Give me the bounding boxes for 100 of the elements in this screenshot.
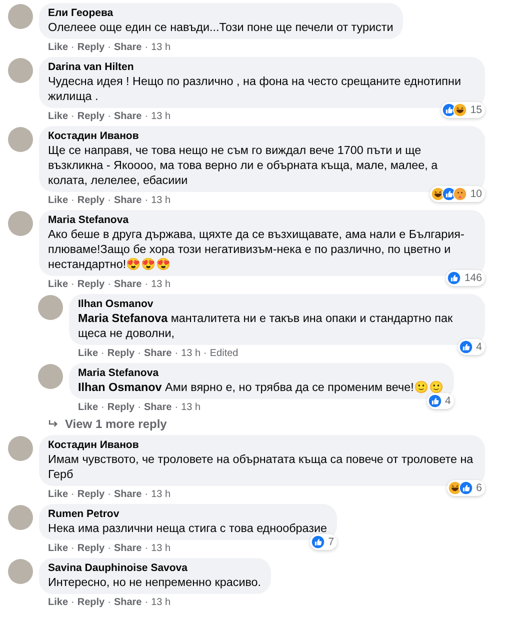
comment-author[interactable]: Maria Stefanova xyxy=(48,214,475,227)
comment-action-link[interactable]: Like xyxy=(48,278,68,291)
comment-text: Ilhan Osmanov Ами вярно е, но трябва да се променим вече!🙂🙂 xyxy=(78,380,444,395)
separator-dot: · xyxy=(108,596,111,609)
comment-action-link[interactable]: Reply xyxy=(77,488,105,501)
separator-dot: · xyxy=(108,488,111,501)
comment-action-link[interactable]: Share xyxy=(114,278,142,291)
comment-text: Нека има различни неща стига с това еднообразие xyxy=(48,521,328,536)
comment-action-link[interactable]: Like xyxy=(48,488,68,501)
comment-text: Олелеее още един се навъди...Този поне ще печели от туристи xyxy=(48,20,394,35)
comment-action-link[interactable]: Reply xyxy=(77,41,105,54)
reaction-badge[interactable]: 15 xyxy=(441,102,485,118)
view-more-replies-link[interactable]: View 1 more reply xyxy=(48,417,520,431)
edited-label: Edited xyxy=(210,347,238,360)
comment-time[interactable]: 13 h xyxy=(181,401,201,414)
separator-dot: · xyxy=(144,41,148,54)
comment-action-link[interactable]: Like xyxy=(48,194,68,207)
comment-author[interactable]: Rumen Petrov xyxy=(48,508,328,521)
comment-author[interactable]: Savina Dauphinoise Savova xyxy=(48,562,262,575)
comment-text: Интересно, но не непременно красиво. xyxy=(48,575,262,590)
separator-dot: · xyxy=(71,41,74,54)
comment-time[interactable]: 13 h xyxy=(181,347,201,360)
reaction-badge[interactable]: 4 xyxy=(427,393,454,409)
separator-dot: · xyxy=(71,488,74,501)
comment-action-link[interactable]: Reply xyxy=(77,194,105,207)
comment-action-link[interactable]: Reply xyxy=(77,542,105,555)
comment-time[interactable]: 13 h xyxy=(151,596,171,609)
separator-dot: · xyxy=(71,110,74,123)
comment-time[interactable]: 13 h xyxy=(151,194,171,207)
comment-author[interactable]: Костадин Иванов xyxy=(48,130,475,143)
comment-action-link[interactable]: Share xyxy=(114,542,142,555)
separator-dot: · xyxy=(71,194,74,207)
reaction-count: 10 xyxy=(470,188,482,200)
avatar-photo[interactable] xyxy=(8,211,33,236)
comment-action-link[interactable]: Like xyxy=(78,401,98,414)
reaction-badge[interactable]: 7 xyxy=(310,534,338,550)
reaction-badge[interactable]: 6 xyxy=(447,480,485,496)
separator-dot: · xyxy=(101,401,104,414)
comment-action-link[interactable]: Like xyxy=(48,596,68,609)
separator-dot: · xyxy=(71,596,74,609)
avatar-photo[interactable] xyxy=(8,505,33,530)
comment-action-link[interactable]: Share xyxy=(144,347,172,360)
avatar-photo[interactable] xyxy=(8,127,33,152)
reaction-count: 6 xyxy=(476,482,482,494)
avatar-photo[interactable] xyxy=(8,4,33,29)
comment-action-link[interactable]: Share xyxy=(114,110,142,123)
reaction-badge[interactable]: 10 xyxy=(430,186,485,202)
comment-action-link[interactable]: Share xyxy=(114,488,142,501)
comment-action-link[interactable]: Share xyxy=(114,194,142,207)
comment-time[interactable]: 13 h xyxy=(151,110,171,123)
comment-action-link[interactable]: Reply xyxy=(77,278,105,291)
separator-dot: · xyxy=(108,194,111,207)
comment-time[interactable]: 13 h xyxy=(151,542,171,555)
reaction-count: 4 xyxy=(445,395,451,407)
avatar-photo[interactable] xyxy=(8,559,33,584)
comment-action-link[interactable]: Like xyxy=(48,542,68,555)
avatar-photo[interactable] xyxy=(38,295,63,320)
separator-dot: · xyxy=(144,542,148,555)
separator-dot: · xyxy=(108,110,111,123)
comment-author[interactable]: Maria Stefanova xyxy=(78,367,444,380)
comment-action-link[interactable]: Like xyxy=(48,41,68,54)
comment-action-link[interactable]: Reply xyxy=(77,596,105,609)
separator-dot: · xyxy=(204,347,207,360)
separator-dot: · xyxy=(144,194,148,207)
separator-dot: · xyxy=(108,41,111,54)
separator-dot: · xyxy=(138,401,141,414)
comment-action-link[interactable]: Share xyxy=(114,41,142,54)
comment-author[interactable]: Ели Георева xyxy=(48,7,394,20)
comment-time[interactable]: 13 h xyxy=(151,488,171,501)
comment-author[interactable]: Костадин Иванов xyxy=(48,439,475,452)
comment-action-link[interactable]: Share xyxy=(114,596,142,609)
comment-action-link[interactable]: Reply xyxy=(77,110,105,123)
avatar-photo[interactable] xyxy=(8,436,33,461)
separator-dot: · xyxy=(174,347,178,360)
comment-author[interactable]: Ilhan Osmanov xyxy=(78,298,475,311)
reaction-count: 4 xyxy=(476,341,482,353)
comment-text: Имам чувството, че троловете на обърнатата къща са повече от троловете на Герб xyxy=(48,452,474,482)
separator-dot: · xyxy=(174,401,178,414)
separator-dot: · xyxy=(108,278,111,291)
avatar-photo[interactable] xyxy=(38,364,63,389)
separator-dot: · xyxy=(144,596,148,609)
comment-time[interactable]: 13 h xyxy=(151,41,171,54)
separator-dot: · xyxy=(108,542,111,555)
separator-dot: · xyxy=(71,542,74,555)
comment-action-link[interactable]: Reply xyxy=(107,347,135,360)
comment-text: Maria Stefanova манталитета ни е такъв ина опаки и стандартно пак щеса не доволни, xyxy=(78,311,454,341)
comment-author[interactable]: Darina van Hilten xyxy=(48,61,475,74)
comment-text: Ако беше в друга държава, щяхте да се възхищавате, ама нали е България-плюваме!Защо бе хора този негативизъм-нека е по различно, по цветно и нестандартно!😍😍😍 xyxy=(48,227,466,272)
comment-action-link[interactable]: Like xyxy=(78,347,98,360)
avatar-photo[interactable] xyxy=(8,58,33,83)
reaction-badge[interactable]: 4 xyxy=(458,339,485,355)
comment-action-link[interactable]: Reply xyxy=(107,401,135,414)
separator-dot: · xyxy=(138,347,141,360)
reaction-badge[interactable]: 146 xyxy=(446,270,485,286)
reply-arrow-icon xyxy=(48,419,59,429)
separator-dot: · xyxy=(101,347,104,360)
comment-action-link[interactable]: Like xyxy=(48,110,68,123)
comment-action-link[interactable]: Share xyxy=(144,401,172,414)
separator-dot: · xyxy=(144,278,148,291)
comment-time[interactable]: 13 h xyxy=(151,278,171,291)
